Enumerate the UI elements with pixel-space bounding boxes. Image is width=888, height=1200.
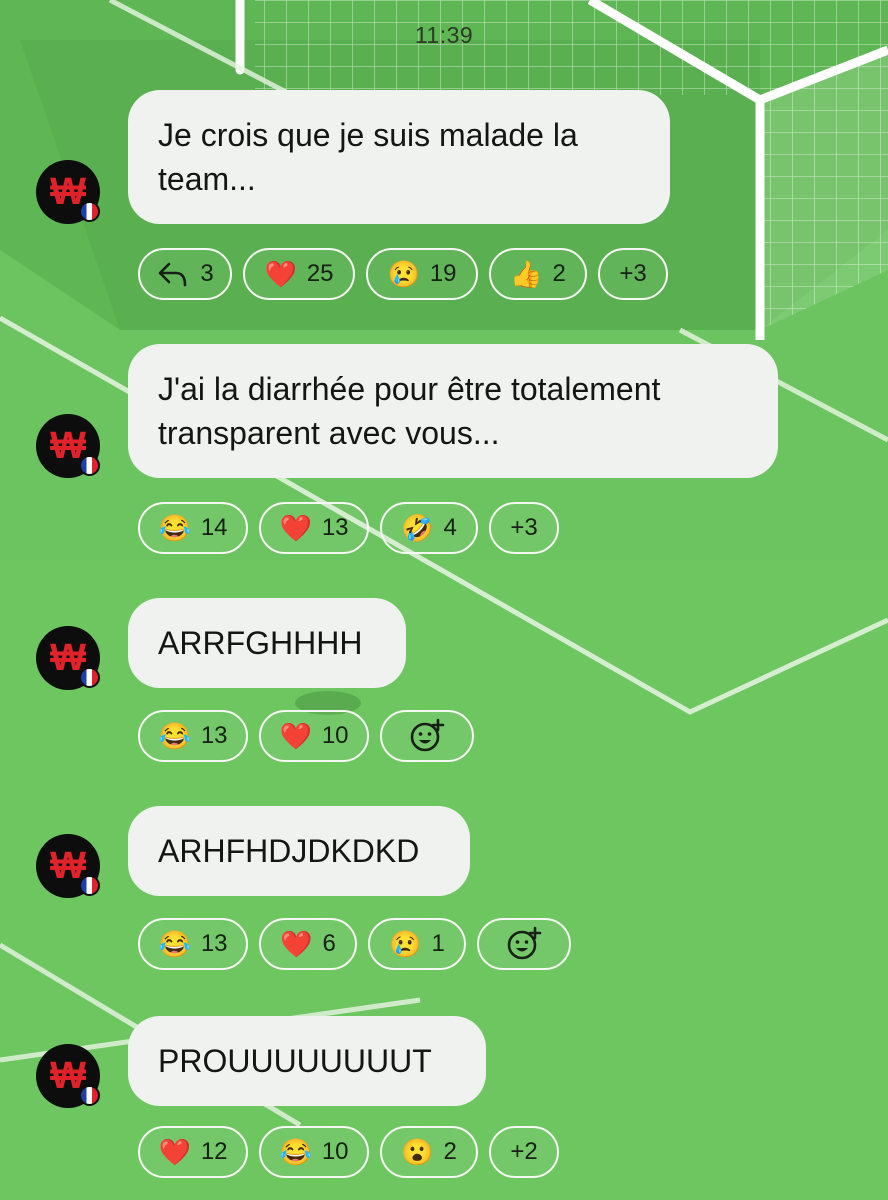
reaction-bar: 😂 14 ❤️ 13 🤣 4 +3 <box>138 502 559 554</box>
message-text: ARRFGHHHH <box>158 625 363 661</box>
tears-of-joy-icon: 😂 <box>279 1137 312 1167</box>
flag-badge-icon <box>79 667 100 688</box>
sender-avatar[interactable]: ₩ <box>36 160 100 224</box>
heart-icon: ❤️ <box>279 721 312 751</box>
reaction-chip[interactable]: ❤️ 10 <box>259 710 369 762</box>
flag-badge-icon <box>79 201 100 222</box>
sender-avatar[interactable]: ₩ <box>36 834 100 898</box>
reaction-bar: ❤️ 12 😂 10 😮 2 +2 <box>138 1126 559 1178</box>
add-reaction-icon <box>409 718 445 754</box>
message-text: J'ai la diarrhée pour être totalement tr… <box>158 371 661 451</box>
reaction-count: 10 <box>321 722 349 749</box>
sender-avatar[interactable]: ₩ <box>36 414 100 478</box>
more-reactions-button[interactable]: +3 <box>598 248 668 300</box>
reaction-count: 1 <box>431 930 445 957</box>
flag-badge-icon <box>79 1085 100 1106</box>
heart-icon: ❤️ <box>279 513 312 543</box>
thumbs-up-icon: 👍 <box>510 259 543 289</box>
message-bubble[interactable]: Je crois que je suis malade la team... <box>128 90 670 224</box>
sender-avatar[interactable]: ₩ <box>36 626 100 690</box>
reaction-chip[interactable]: 😂 13 <box>138 710 248 762</box>
reaction-chip[interactable]: 😂 10 <box>259 1126 369 1178</box>
reaction-chip[interactable]: ❤️ 13 <box>259 502 369 554</box>
reaction-count: 13 <box>200 930 228 957</box>
add-reaction-button[interactable] <box>477 918 571 970</box>
tears-of-joy-icon: 😂 <box>158 929 191 959</box>
reaction-chip[interactable]: 🤣 4 <box>380 502 478 554</box>
reaction-chip[interactable]: ❤️ 25 <box>243 248 355 300</box>
message-bubble[interactable]: J'ai la diarrhée pour être totalement tr… <box>128 344 778 478</box>
reaction-count: 4 <box>443 514 457 541</box>
tears-of-joy-icon: 😂 <box>158 721 191 751</box>
heart-icon: ❤️ <box>280 929 313 959</box>
surprised-face-icon: 😮 <box>401 1137 434 1167</box>
message-text: Je crois que je suis malade la team... <box>158 117 578 197</box>
reaction-chip[interactable]: 😂 13 <box>138 918 248 970</box>
reaction-count: 14 <box>200 514 228 541</box>
add-reaction-icon <box>506 926 542 962</box>
flag-badge-icon <box>79 875 100 896</box>
reaction-count: 3 <box>200 260 214 287</box>
reply-count-button[interactable]: 3 <box>138 248 232 300</box>
reaction-count: 6 <box>322 930 336 957</box>
reaction-count: 2 <box>443 1138 457 1165</box>
reply-arrow-icon <box>156 259 190 289</box>
reaction-chip[interactable]: 😮 2 <box>380 1126 478 1178</box>
add-reaction-button[interactable] <box>380 710 474 762</box>
message-timestamp: 11:39 <box>414 22 474 48</box>
reaction-chip[interactable]: 👍 2 <box>489 248 587 300</box>
reaction-bar: 😂 13 ❤️ 6 😢 1 <box>138 918 571 970</box>
reaction-bar: 😂 13 ❤️ 10 <box>138 710 474 762</box>
reaction-chip[interactable]: ❤️ 6 <box>259 918 357 970</box>
heart-icon: ❤️ <box>158 1137 191 1167</box>
more-reactions-button[interactable]: +3 <box>489 502 559 554</box>
reaction-chip[interactable]: 😢 1 <box>368 918 466 970</box>
message-text: PROUUUUUUUUT <box>158 1043 432 1079</box>
tears-of-joy-icon: 😂 <box>158 513 191 543</box>
reaction-count: 13 <box>321 514 349 541</box>
crying-face-icon: 😢 <box>387 259 420 289</box>
reaction-count: +2 <box>510 1138 538 1165</box>
reaction-count: 12 <box>200 1138 228 1165</box>
reaction-count: 25 <box>306 260 334 287</box>
reaction-count: +3 <box>619 260 647 287</box>
reaction-count: 19 <box>429 260 457 287</box>
reaction-count: 10 <box>321 1138 349 1165</box>
reaction-count: 13 <box>200 722 228 749</box>
heart-icon: ❤️ <box>264 259 297 289</box>
crying-face-icon: 😢 <box>389 929 422 959</box>
reaction-bar: 3 ❤️ 25 😢 19 👍 2 +3 <box>138 248 668 300</box>
message-bubble[interactable]: PROUUUUUUUUT <box>128 1016 486 1106</box>
more-reactions-button[interactable]: +2 <box>489 1126 559 1178</box>
reaction-chip[interactable]: 😢 19 <box>366 248 478 300</box>
message-text: ARHFHDJDKDKD <box>158 833 420 869</box>
reaction-count: 2 <box>552 260 566 287</box>
message-bubble[interactable]: ARRFGHHHH <box>128 598 406 688</box>
flag-badge-icon <box>79 455 100 476</box>
reaction-count: +3 <box>510 514 538 541</box>
reaction-chip[interactable]: ❤️ 12 <box>138 1126 248 1178</box>
message-bubble[interactable]: ARHFHDJDKDKD <box>128 806 470 896</box>
sender-avatar[interactable]: ₩ <box>36 1044 100 1108</box>
rolling-laughing-icon: 🤣 <box>401 513 434 543</box>
reaction-chip[interactable]: 😂 14 <box>138 502 248 554</box>
